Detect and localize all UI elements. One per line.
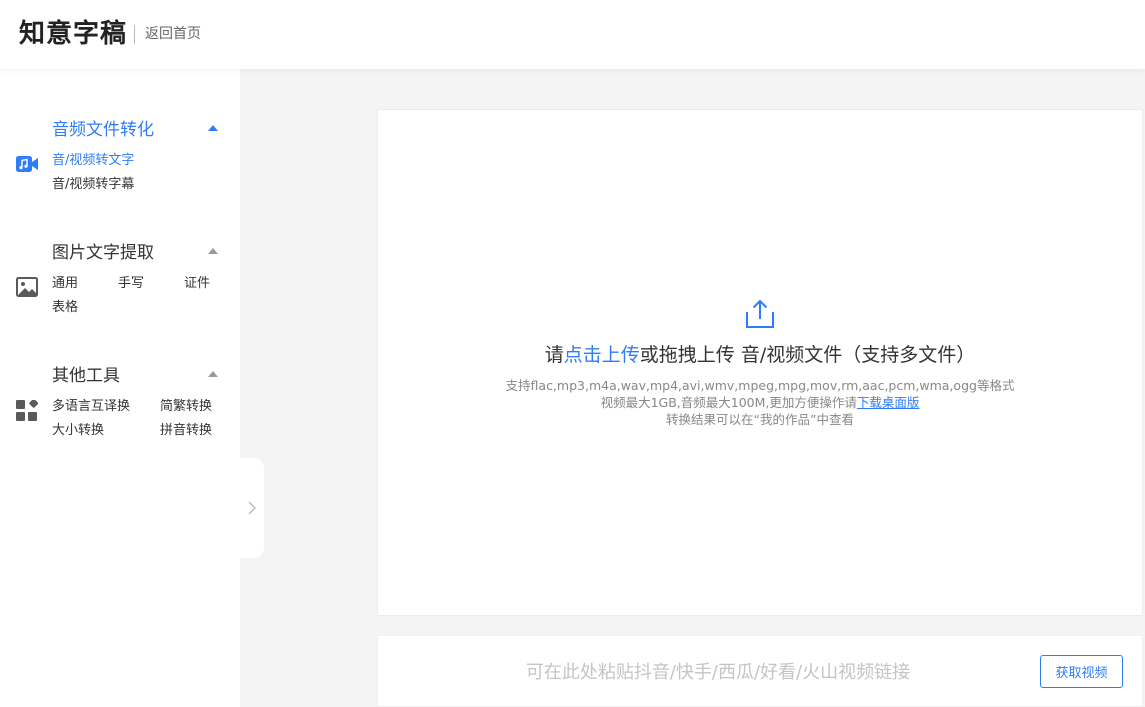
upload-title: 请点击上传或拖拽上传 音/视频文件（支持多文件） [378,342,1142,368]
upload-dropzone[interactable]: 请点击上传或拖拽上传 音/视频文件（支持多文件） 支持flac,mp3,m4a,… [377,109,1143,616]
upload-title-prefix: 请 [544,344,564,366]
video-link-input[interactable] [398,656,1038,688]
caret-up-icon[interactable] [208,125,218,131]
sidebar-section-audio-title[interactable]: 音频文件转化 [52,119,154,141]
result-location-note: 转换结果可以在“我的作品”中查看 [666,412,854,427]
size-limits-text: 视频最大1GB,音频最大100M,更加方便操作请 [600,395,857,410]
sidebar-item-pinyin[interactable]: 拼音转换 [160,422,212,440]
app-logo[interactable]: 知意字稿 [19,17,127,51]
sidebar-section-tools-title[interactable]: 其他工具 [52,365,120,387]
chevron-right-icon [248,501,256,515]
video-link-bar: 获取视频 [377,635,1143,707]
sidebar-item-table[interactable]: 表格 [52,299,78,317]
size-limits-line: 视频最大1GB,音频最大100M,更加方便操作请下载桌面版 [378,395,1142,411]
image-icon [16,277,38,301]
top-header: 知意字稿 返回首页 [0,0,1145,69]
upload-icon [744,298,776,334]
sidebar-item-translate[interactable]: 多语言互译换 [52,398,130,416]
header-divider [134,25,135,44]
upload-title-suffix: 或拖拽上传 音/视频文件（支持多文件） [639,344,976,366]
sidebar-item-case-convert[interactable]: 大小转换 [52,422,104,440]
fetch-video-button[interactable]: 获取视频 [1040,655,1123,688]
click-upload-link[interactable]: 点击上传 [564,344,640,366]
apps-grid-icon [16,398,39,426]
sidebar-item-general[interactable]: 通用 [52,275,78,293]
sidebar-item-id-document[interactable]: 证件 [184,275,210,293]
supported-formats-text: 支持flac,mp3,m4a,wav,mp4,avi,wmv,mpeg,mpg,… [505,378,1015,393]
sidebar-item-handwriting[interactable]: 手写 [118,275,144,293]
back-home-link[interactable]: 返回首页 [145,24,201,44]
sidebar: 音频文件转化 音/视频转文字 音/视频转字幕 图片文字提取 通用 手写 证件 表… [0,69,240,707]
sidebar-toggle-button[interactable] [240,458,264,558]
sidebar-item-simp-trad[interactable]: 简繁转换 [160,398,212,416]
caret-up-icon[interactable] [208,371,218,377]
download-desktop-link[interactable]: 下载桌面版 [857,395,920,410]
sidebar-item-av-to-subtitle[interactable]: 音/视频转字幕 [52,176,134,194]
sidebar-section-image-title[interactable]: 图片文字提取 [52,242,154,264]
caret-up-icon[interactable] [208,248,218,254]
sidebar-item-av-to-text[interactable]: 音/视频转文字 [52,152,134,170]
music-video-icon [16,155,39,177]
